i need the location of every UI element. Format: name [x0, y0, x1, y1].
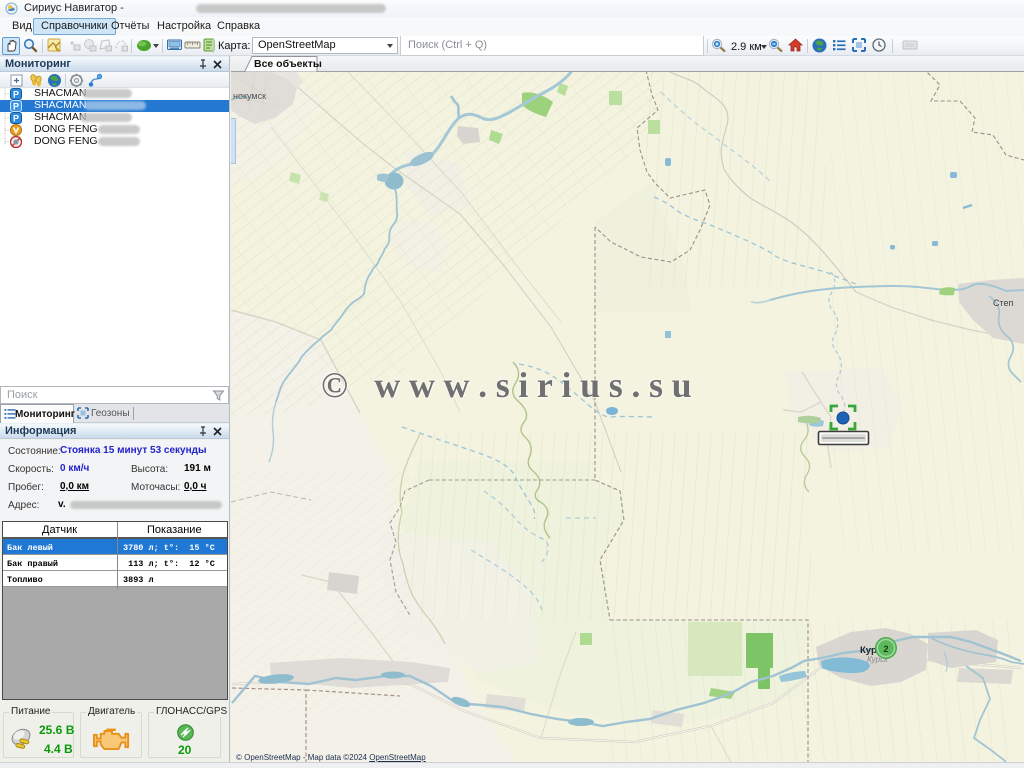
svg-text:2: 2 [883, 644, 888, 654]
svg-text:P: P [13, 114, 19, 124]
svg-text:P: P [13, 102, 19, 112]
svg-text:нокумск: нокумск [233, 91, 266, 101]
svg-text:P: P [13, 90, 19, 100]
svg-text:Степ: Степ [993, 298, 1014, 308]
